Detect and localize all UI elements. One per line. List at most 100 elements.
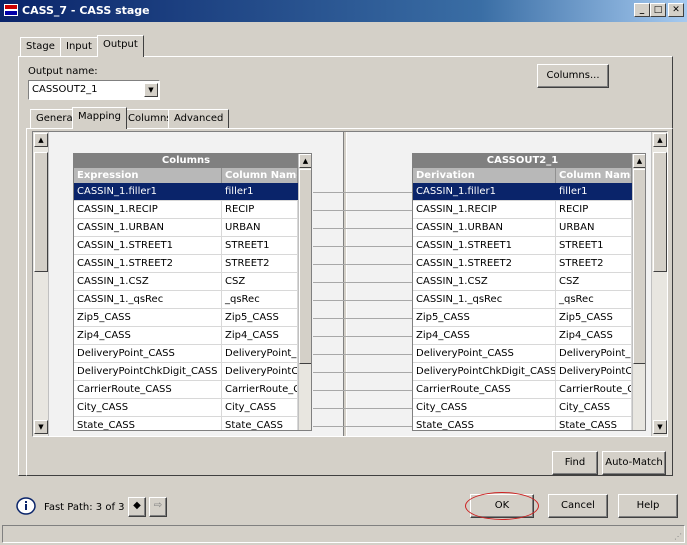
- column-header-column-name[interactable]: Column Name: [222, 168, 298, 183]
- cell-expression[interactable]: Zip4_CASS: [74, 327, 222, 344]
- cell-expression[interactable]: CASSIN_1.filler1: [74, 183, 222, 200]
- table-row[interactable]: CASSIN_1.RECIP RECIP: [74, 201, 298, 219]
- cell-column-name[interactable]: Zip5_CASS: [222, 309, 298, 326]
- maximize-button[interactable]: □: [650, 3, 666, 17]
- cell-expression[interactable]: State_CASS: [74, 417, 222, 430]
- table-row[interactable]: CASSIN_1.STREET1 STREET1: [74, 237, 298, 255]
- cell-column-name[interactable]: DeliveryPointChkDigit_CASS: [556, 363, 632, 380]
- cell-column-name[interactable]: URBAN: [556, 219, 632, 236]
- cell-expression[interactable]: CASSIN_1.STREET2: [413, 255, 556, 272]
- scroll-thumb[interactable]: [299, 169, 311, 364]
- table-row[interactable]: CASSIN_1._qsRec _qsRec: [413, 291, 632, 309]
- scroll-up-button[interactable]: ▲: [299, 154, 311, 168]
- table-row[interactable]: CarrierRoute_CASSCarrierRoute_CASS: [413, 381, 632, 399]
- cell-expression[interactable]: Zip5_CASS: [413, 309, 556, 326]
- cell-column-name[interactable]: STREET2: [556, 255, 632, 272]
- cell-expression[interactable]: CASSIN_1.URBAN: [74, 219, 222, 236]
- columns-button[interactable]: Columns...: [537, 64, 609, 88]
- scroll-up-button[interactable]: ▲: [34, 133, 48, 147]
- table-row[interactable]: CASSIN_1.STREET2 STREET2: [74, 255, 298, 273]
- cell-column-name[interactable]: CSZ: [222, 273, 298, 290]
- cell-expression[interactable]: Zip5_CASS: [74, 309, 222, 326]
- cancel-button[interactable]: Cancel: [548, 494, 608, 518]
- cell-expression[interactable]: CASSIN_1.RECIP: [413, 201, 556, 218]
- cell-column-name[interactable]: DeliveryPoint_CASS: [222, 345, 298, 362]
- auto-match-button[interactable]: Auto-Match: [602, 451, 666, 475]
- table-row[interactable]: City_CASS City_CASS: [74, 399, 298, 417]
- column-header-expression[interactable]: Expression: [74, 168, 222, 183]
- output-grid[interactable]: CASSOUT2_1 Derivation Column Name CASSIN…: [412, 153, 646, 431]
- dropdown-button[interactable]: ▼: [144, 83, 158, 97]
- cell-column-name[interactable]: filler1: [222, 183, 298, 200]
- table-row[interactable]: CASSIN_1.RECIP RECIP: [413, 201, 632, 219]
- cell-expression[interactable]: CASSIN_1.CSZ: [74, 273, 222, 290]
- scroll-thumb[interactable]: [34, 152, 48, 272]
- table-row[interactable]: CASSIN_1.CSZ CSZ: [74, 273, 298, 291]
- cell-expression[interactable]: DeliveryPointChkDigit_CASS: [74, 363, 222, 380]
- cell-expression[interactable]: CASSIN_1._qsRec: [413, 291, 556, 308]
- table-row[interactable]: CASSIN_1.URBAN URBAN: [74, 219, 298, 237]
- cell-expression[interactable]: CASSIN_1.RECIP: [74, 201, 222, 218]
- cell-column-name[interactable]: _qsRec: [222, 291, 298, 308]
- left-pane-scrollbar[interactable]: ▲ ▼: [33, 132, 49, 436]
- table-row[interactable]: DeliveryPointChkDigit_CASS DeliveryPointC…: [413, 363, 632, 381]
- cell-column-name[interactable]: STREET2: [222, 255, 298, 272]
- cell-expression[interactable]: CASSIN_1.URBAN: [413, 219, 556, 236]
- table-row[interactable]: CASSIN_1.filler1 filler1: [413, 183, 632, 201]
- cell-column-name[interactable]: State_CASS: [556, 417, 632, 430]
- find-button[interactable]: Find: [552, 451, 598, 475]
- cell-expression[interactable]: CASSIN_1.STREET1: [413, 237, 556, 254]
- table-row[interactable]: DeliveryPoint_CASSDeliveryPoint_CASS: [74, 345, 298, 363]
- scroll-down-button[interactable]: ▼: [653, 420, 667, 434]
- cell-column-name[interactable]: CarrierRoute_CASS: [556, 381, 632, 398]
- table-row[interactable]: DeliveryPointChkDigit_CASS DeliveryPointC…: [74, 363, 298, 381]
- scroll-thumb[interactable]: [653, 152, 667, 272]
- cell-expression[interactable]: CarrierRoute_CASS: [413, 381, 556, 398]
- table-row[interactable]: CASSIN_1.STREET2 STREET2: [413, 255, 632, 273]
- cell-column-name[interactable]: Zip4_CASS: [556, 327, 632, 344]
- table-row[interactable]: City_CASS City_CASS: [413, 399, 632, 417]
- minimize-button[interactable]: _: [634, 3, 650, 17]
- table-row[interactable]: Zip5_CASS Zip5_CASS: [413, 309, 632, 327]
- cell-expression[interactable]: CASSIN_1.STREET1: [74, 237, 222, 254]
- scroll-thumb[interactable]: [633, 169, 645, 364]
- resize-grip-icon[interactable]: ⋰: [674, 532, 682, 541]
- right-pane-scrollbar[interactable]: ▲ ▼: [651, 132, 667, 436]
- cell-column-name[interactable]: State_CASS: [222, 417, 298, 430]
- cell-column-name[interactable]: RECIP: [222, 201, 298, 218]
- table-row[interactable]: CASSIN_1.filler1 filler1: [74, 183, 298, 201]
- column-header-column-name[interactable]: Column Name: [556, 168, 632, 183]
- cell-expression[interactable]: CASSIN_1._qsRec: [74, 291, 222, 308]
- scroll-down-button[interactable]: ▼: [34, 420, 48, 434]
- cell-expression[interactable]: DeliveryPointChkDigit_CASS: [413, 363, 556, 380]
- grid-scrollbar[interactable]: ▲: [298, 154, 311, 430]
- cell-column-name[interactable]: RECIP: [556, 201, 632, 218]
- fast-path-next-button[interactable]: ⇨: [149, 497, 167, 517]
- table-row[interactable]: CASSIN_1.CSZ CSZ: [413, 273, 632, 291]
- cell-expression[interactable]: DeliveryPoint_CASS: [413, 345, 556, 362]
- cell-column-name[interactable]: filler1: [556, 183, 632, 200]
- help-button[interactable]: Help: [618, 494, 678, 518]
- table-row[interactable]: DeliveryPoint_CASSDeliveryPoint_CASS: [413, 345, 632, 363]
- fast-path-prev-button[interactable]: ◆: [128, 497, 146, 517]
- table-row[interactable]: Zip5_CASS Zip5_CASS: [74, 309, 298, 327]
- cell-expression[interactable]: State_CASS: [413, 417, 556, 430]
- table-row[interactable]: CarrierRoute_CASSCarrierRoute_CASS: [74, 381, 298, 399]
- table-row[interactable]: Zip4_CASS Zip4_CASS: [74, 327, 298, 345]
- output-name-select[interactable]: CASSOUT2_1 ▼: [28, 80, 160, 100]
- cell-column-name[interactable]: URBAN: [222, 219, 298, 236]
- cell-column-name[interactable]: CarrierRoute_CASS: [222, 381, 298, 398]
- column-header-derivation[interactable]: Derivation: [413, 168, 556, 183]
- table-row[interactable]: Zip4_CASS Zip4_CASS: [413, 327, 632, 345]
- table-row[interactable]: CASSIN_1._qsRec _qsRec: [74, 291, 298, 309]
- cell-expression[interactable]: City_CASS: [74, 399, 222, 416]
- tab-mapping[interactable]: Mapping: [72, 107, 127, 129]
- cell-expression[interactable]: CASSIN_1.STREET2: [74, 255, 222, 272]
- cell-column-name[interactable]: Zip5_CASS: [556, 309, 632, 326]
- columns-grid[interactable]: Columns Expression Column Name CASSIN_1.…: [73, 153, 312, 431]
- table-row[interactable]: CASSIN_1.STREET1 STREET1: [413, 237, 632, 255]
- tab-input[interactable]: Input: [60, 37, 98, 57]
- scroll-up-button[interactable]: ▲: [653, 133, 667, 147]
- cell-column-name[interactable]: Zip4_CASS: [222, 327, 298, 344]
- table-row[interactable]: State_CASS State_CASS: [413, 417, 632, 430]
